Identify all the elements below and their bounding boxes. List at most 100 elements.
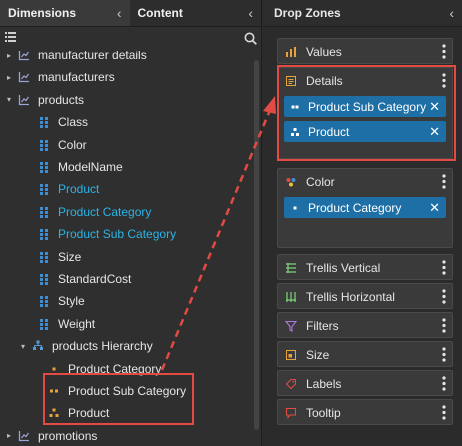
tree-item[interactable]: Product Sub Category — [0, 380, 262, 402]
drop-zone-label: Filters — [306, 318, 339, 333]
tree-item-label: Color — [58, 137, 87, 152]
drop-zone-header: Size — [278, 342, 452, 367]
panel-tabs: Dimensions ‹ Content ‹ — [0, 0, 261, 27]
tree-item[interactable]: Product Category — [0, 358, 262, 380]
tab-content-label: Content — [137, 6, 183, 20]
drop-zone-header: Labels — [278, 371, 452, 396]
tree-item[interactable]: ModelName — [0, 156, 262, 178]
field-chip-label: Product Category — [308, 200, 402, 215]
trellis-horizontal-icon — [286, 291, 296, 302]
collapse-chevron-icon[interactable]: ‹ — [449, 5, 454, 21]
tree-item[interactable]: Product Category — [0, 201, 262, 223]
more-options-icon[interactable] — [442, 318, 446, 333]
drop-zones-title: Drop Zones — [274, 6, 341, 20]
tree-item[interactable]: Class — [0, 111, 262, 133]
dimension-axis-icon — [18, 72, 29, 83]
expand-toggle[interactable]: ▾ — [18, 342, 28, 351]
tree-item-label: Product — [58, 182, 100, 197]
tree-item[interactable]: ▸ manufacturers — [0, 66, 262, 88]
attribute-grid-icon — [40, 206, 48, 218]
tag-icon — [285, 378, 297, 389]
more-options-icon[interactable] — [442, 260, 446, 275]
drop-zone[interactable]: Details Product Sub Category ✕ Product ✕ — [277, 67, 453, 159]
drop-zone[interactable]: Trellis Horizontal — [277, 283, 453, 309]
drop-zone[interactable]: Filters — [277, 312, 453, 338]
drop-zone[interactable]: Values — [277, 38, 453, 64]
tree-item-label: products — [38, 92, 85, 107]
tree-item-label: ModelName — [58, 160, 123, 174]
more-options-icon[interactable] — [442, 405, 446, 420]
tree-item[interactable]: Product — [0, 178, 262, 200]
more-options-icon[interactable] — [442, 174, 446, 189]
drop-zone-label: Size — [306, 347, 330, 362]
drop-zone-header: Trellis Horizontal — [278, 284, 452, 309]
level-two-icon — [291, 105, 299, 108]
level-two-icon — [50, 389, 58, 393]
drop-zone-label: Details — [306, 73, 343, 88]
tree-scrollbar[interactable] — [254, 60, 259, 430]
remove-icon[interactable]: ✕ — [429, 124, 440, 140]
more-options-icon[interactable] — [442, 73, 446, 88]
tab-content[interactable]: Content ‹ — [129, 0, 261, 26]
trellis-vertical-icon — [286, 262, 296, 273]
more-options-icon[interactable] — [442, 376, 446, 391]
tree-item[interactable]: StandardCost — [0, 268, 262, 290]
drop-zone-header: Trellis Vertical — [278, 255, 452, 280]
tree-item-label: Class — [58, 115, 89, 130]
field-chip[interactable]: Product ✕ — [284, 121, 446, 142]
tree-item[interactable]: ▾ products Hierarchy — [0, 335, 262, 357]
collapse-chevron-icon[interactable]: ‹ — [117, 5, 122, 21]
drop-zone[interactable]: Size — [277, 341, 453, 367]
size-icon — [286, 349, 296, 360]
tree-item[interactable]: ▸ promotions — [0, 425, 262, 446]
field-chip-label: Product — [308, 124, 350, 139]
tab-dimensions[interactable]: Dimensions ‹ — [0, 0, 130, 26]
more-options-icon[interactable] — [442, 289, 446, 304]
field-chip[interactable]: Product Sub Category ✕ — [284, 96, 446, 117]
drop-zone-label: Trellis Horizontal — [306, 289, 395, 304]
tree-item-label: promotions — [38, 428, 98, 443]
tree-item[interactable]: Style — [0, 290, 262, 312]
list-view-icon[interactable] — [5, 32, 16, 42]
tree-item-label: Size — [58, 249, 82, 264]
remove-icon[interactable]: ✕ — [429, 99, 440, 115]
drop-zones-panel: Drop Zones ‹ Values Details Product Sub Ca… — [263, 0, 462, 446]
attribute-grid-icon — [40, 139, 48, 151]
collapse-chevron-icon[interactable]: ‹ — [248, 5, 253, 21]
details-icon — [286, 75, 296, 86]
drop-zone[interactable]: Labels — [277, 370, 453, 396]
tree-item-label: products Hierarchy — [52, 339, 153, 354]
level-one-icon — [293, 206, 297, 209]
drop-zone-label: Values — [306, 44, 342, 59]
drop-zone[interactable]: Trellis Vertical — [277, 254, 453, 280]
attribute-grid-icon — [40, 318, 48, 330]
filter-icon — [285, 320, 297, 332]
more-options-icon[interactable] — [442, 44, 446, 59]
remove-icon[interactable]: ✕ — [429, 200, 440, 216]
tree-toolbar — [0, 27, 261, 51]
drop-zone[interactable]: Color Product Category ✕ — [277, 168, 453, 248]
tree-item[interactable]: ▾ products — [0, 89, 262, 111]
tree-item[interactable]: Weight — [0, 313, 262, 335]
tree-item[interactable]: Product — [0, 402, 262, 424]
search-icon[interactable] — [244, 32, 257, 45]
hierarchy-icon — [33, 340, 43, 351]
dimension-axis-icon — [18, 430, 29, 441]
tree-item[interactable]: ▸ manufacturer details — [0, 51, 262, 66]
attribute-grid-icon — [40, 274, 48, 285]
tree-item[interactable]: Size — [0, 246, 262, 268]
drop-zone-header: Values — [278, 39, 452, 64]
expand-toggle[interactable]: ▾ — [4, 95, 14, 104]
tree-item[interactable]: Product Sub Category — [0, 223, 262, 245]
drop-zone-header: Color — [278, 169, 452, 194]
more-options-icon[interactable] — [442, 347, 446, 362]
drop-zone[interactable]: Tooltip — [277, 399, 453, 425]
expand-toggle[interactable]: ▸ — [4, 431, 14, 440]
expand-toggle[interactable]: ▸ — [4, 73, 14, 82]
field-chip[interactable]: Product Category ✕ — [284, 197, 446, 218]
tree-item-label: Style — [58, 294, 85, 309]
expand-toggle[interactable]: ▸ — [4, 51, 14, 60]
tree-item[interactable]: Color — [0, 134, 262, 156]
tree-item-label: Product Category — [58, 204, 152, 219]
attribute-grid-icon — [40, 162, 48, 173]
